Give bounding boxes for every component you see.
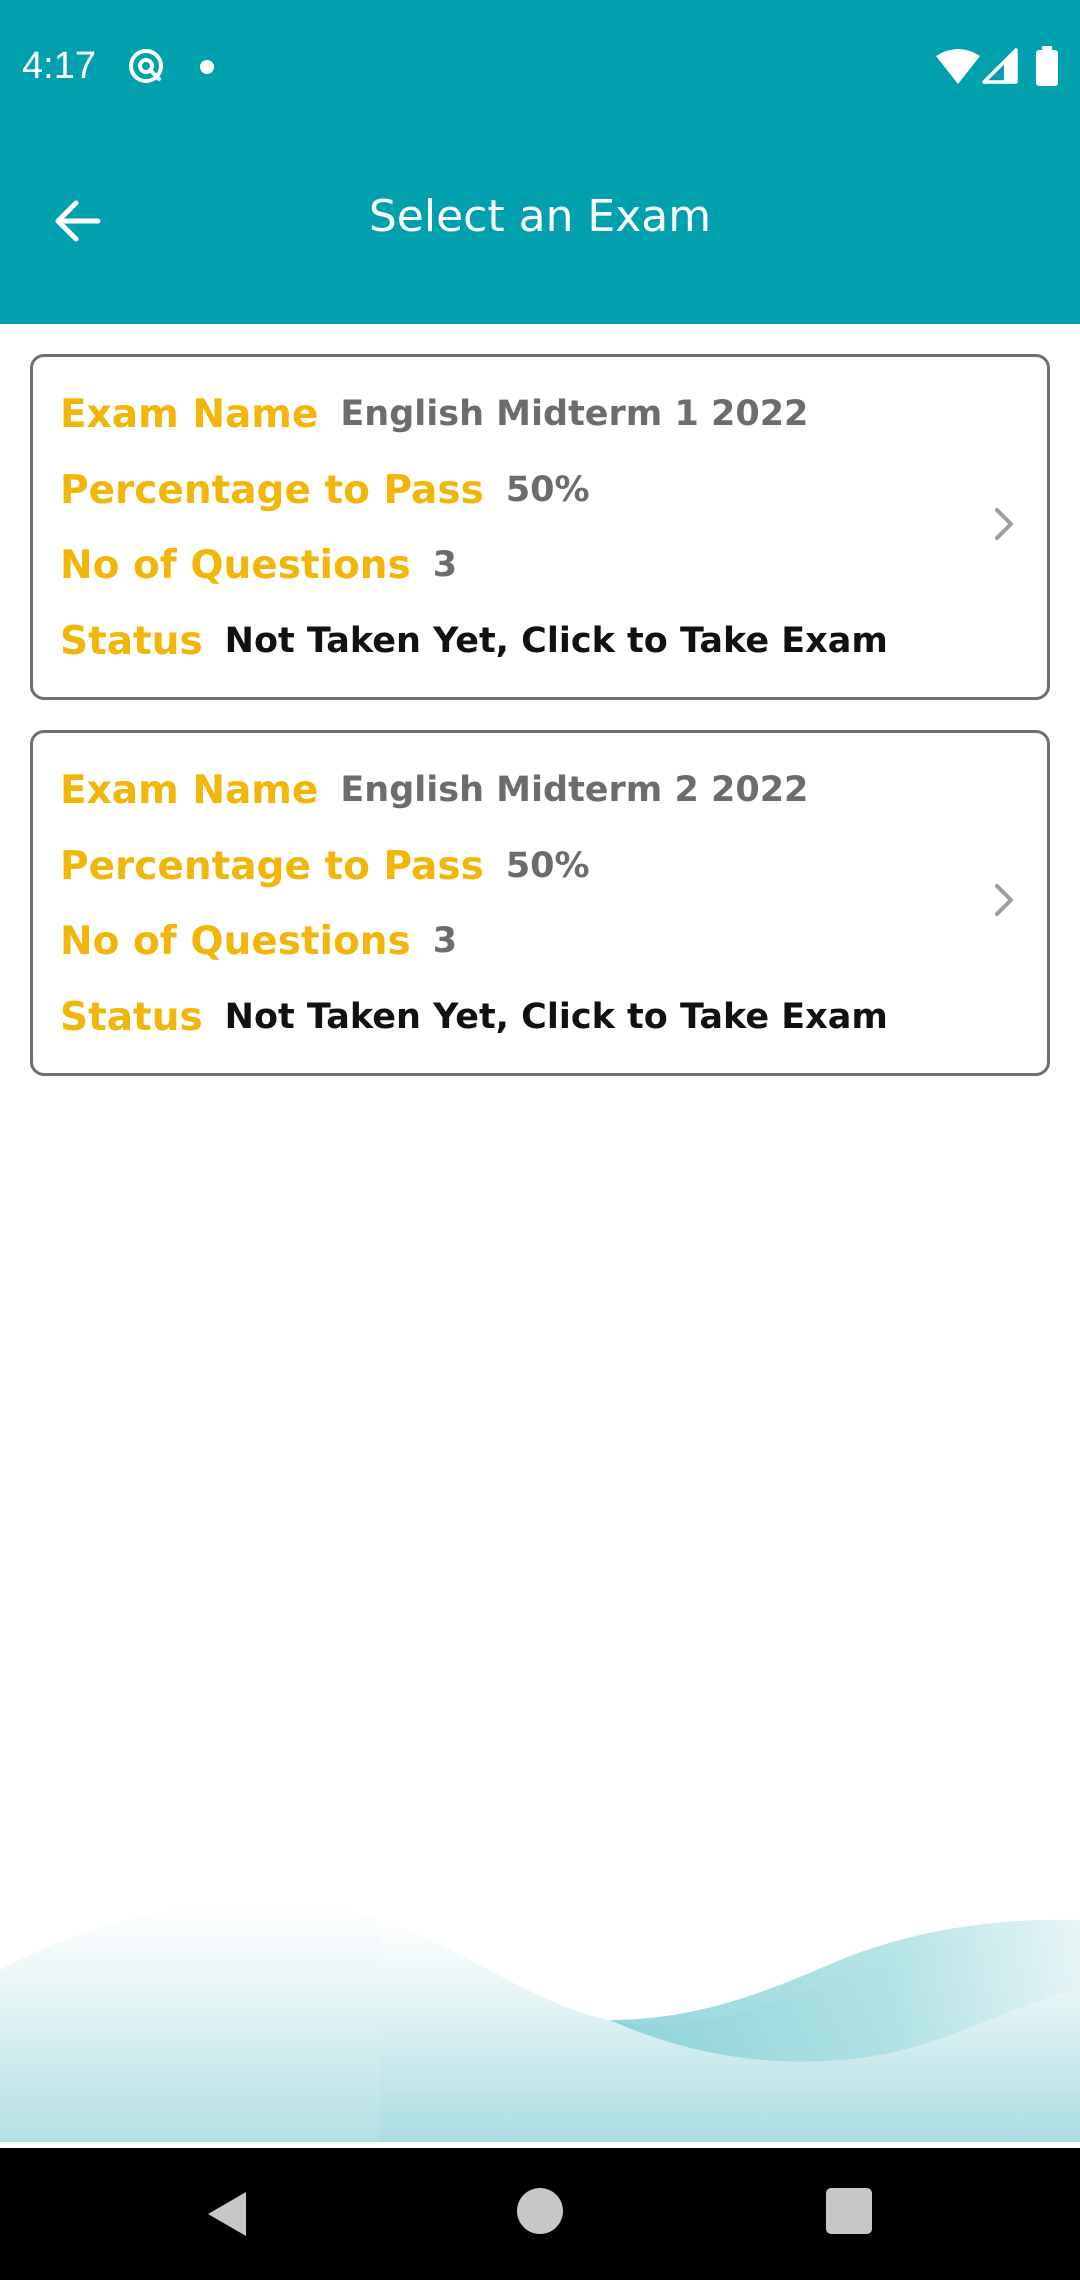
exam-card[interactable]: Exam Name English Midterm 1 2022 Percent… [30, 354, 1050, 700]
exam-name-value: English Midterm 2 2022 [340, 770, 809, 810]
chevron-right-icon [995, 508, 1013, 540]
wave-decoration [0, 1901, 1080, 2142]
pass-percentage-value: 50% [505, 470, 590, 510]
status-row: Status Not Taken Yet, Click to Take Exam [60, 611, 888, 671]
exam-name-label: Exam Name [60, 767, 319, 813]
exam-name-label: Exam Name [60, 391, 319, 437]
question-count-row: No of Questions 3 [60, 535, 457, 595]
exam-name-row: Exam Name English Midterm 1 2022 [60, 384, 808, 444]
question-count-row: No of Questions 3 [60, 911, 457, 971]
exam-card[interactable]: Exam Name English Midterm 2 2022 Percent… [30, 730, 1050, 1076]
chevron-right-icon [995, 884, 1013, 916]
pass-percentage-label: Percentage to Pass [60, 843, 484, 889]
nav-bar [0, 2148, 1080, 2280]
question-count-label: No of Questions [60, 918, 411, 964]
status-row: Status Not Taken Yet, Click to Take Exam [60, 987, 888, 1047]
status-value: Not Taken Yet, Click to Take Exam [224, 997, 888, 1037]
page-title: Select an Exam [368, 191, 712, 242]
exam-name-row: Exam Name English Midterm 2 2022 [60, 760, 808, 820]
nav-back-icon[interactable] [200, 2186, 256, 2242]
exam-name-value: English Midterm 1 2022 [340, 394, 809, 434]
nav-home-icon[interactable] [517, 2188, 563, 2234]
pass-percentage-value: 50% [505, 846, 590, 886]
status-value: Not Taken Yet, Click to Take Exam [224, 621, 888, 661]
cell-signal-icon [982, 48, 1018, 84]
pass-percentage-row: Percentage to Pass 50% [60, 460, 590, 520]
pass-percentage-label: Percentage to Pass [60, 467, 484, 513]
notification-dot-icon [200, 60, 214, 74]
status-label: Status [60, 994, 203, 1040]
status-time: 4:17 [22, 45, 96, 87]
exam-list: Exam Name English Midterm 1 2022 Percent… [30, 354, 1050, 1106]
question-count-value: 3 [432, 545, 458, 585]
nav-recents-icon[interactable] [826, 2188, 872, 2234]
app-bar: Select an Exam [0, 134, 1080, 324]
screen: 4:17 Select an Exam Exam Name English Mi… [0, 0, 1080, 2280]
status-bar: 4:17 [0, 0, 1080, 134]
status-label: Status [60, 618, 203, 664]
battery-icon [1036, 46, 1058, 86]
pass-percentage-row: Percentage to Pass 50% [60, 836, 590, 896]
question-count-label: No of Questions [60, 542, 411, 588]
question-count-value: 3 [432, 921, 458, 961]
wifi-icon [936, 49, 980, 84]
at-sign-icon [129, 49, 163, 83]
